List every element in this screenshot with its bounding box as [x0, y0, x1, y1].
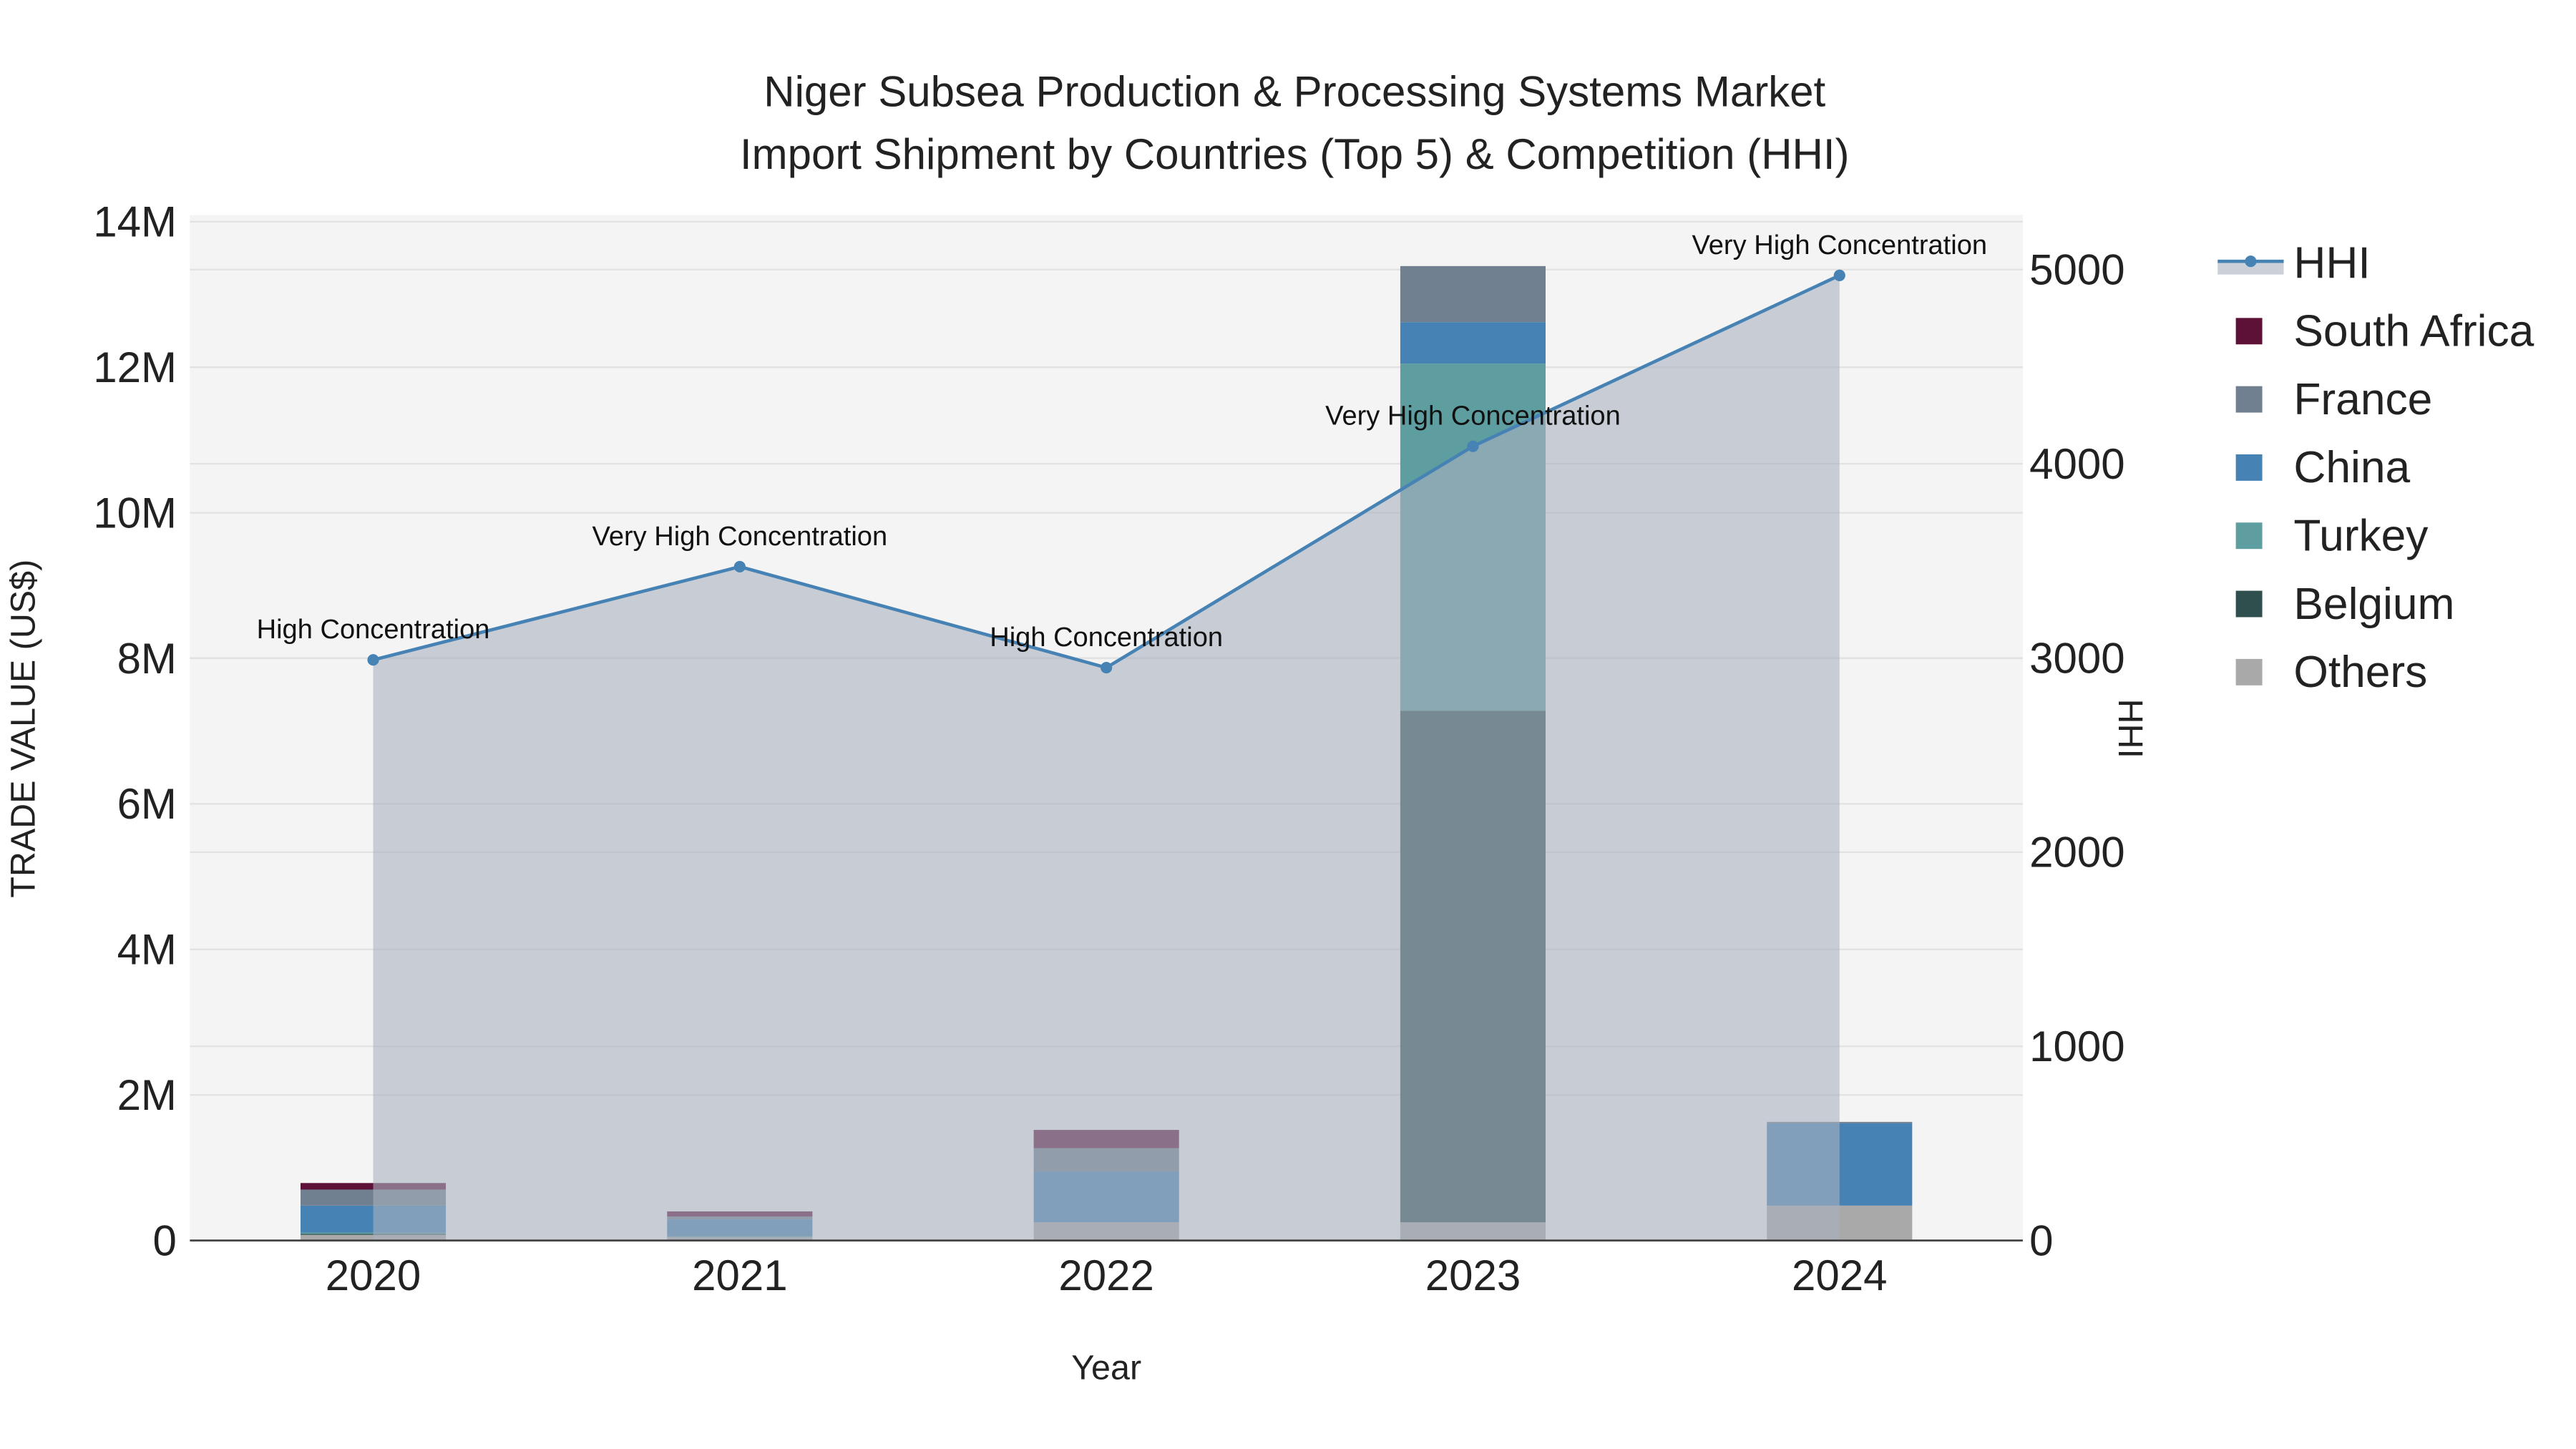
- chart-title-line1: Niger Subsea Production & Processing Sys…: [763, 67, 1825, 115]
- y2-axis-label: HHI: [2111, 699, 2150, 758]
- bar-france-2023: [1400, 265, 1546, 323]
- x-tick-label: 2023: [1425, 1252, 1521, 1299]
- y2-tick-label: 2000: [2029, 829, 2124, 877]
- hhi-annotation: Very High Concentration: [1325, 401, 1621, 431]
- y2-tick-label: 4000: [2029, 440, 2124, 488]
- legend-label: South Africa: [2293, 307, 2534, 356]
- x-axis-label: Year: [1071, 1349, 1141, 1387]
- legend-swatch: [2235, 386, 2263, 413]
- y-tick-label: 0: [153, 1216, 177, 1264]
- legend-label: France: [2293, 375, 2432, 424]
- y-axis-label: TRADE VALUE (US$): [4, 560, 42, 898]
- y-axis-ticks: 0 2M 4M 6M 8M 10M 12M 14M: [93, 198, 177, 1265]
- bar-china-2023: [1400, 322, 1546, 364]
- hhi-point-2021: [733, 560, 746, 573]
- legend-label: Turkey: [2293, 512, 2429, 561]
- x-tick-label: 2020: [326, 1252, 421, 1299]
- legend-label: Others: [2293, 648, 2427, 697]
- hhi-annotation: Very High Concentration: [592, 522, 888, 552]
- hhi-annotation: High Concentration: [257, 615, 490, 645]
- hhi-annotation: Very High Concentration: [1692, 230, 1987, 260]
- legend-item-south-africa[interactable]: South Africa: [2235, 307, 2534, 356]
- y-tick-label: 12M: [93, 343, 177, 391]
- legend-swatch: [2235, 454, 2263, 481]
- x-tick-label: 2022: [1058, 1252, 1153, 1299]
- y2-tick-label: 1000: [2029, 1023, 2124, 1070]
- x-tick-label: 2024: [1792, 1252, 1887, 1299]
- legend-item-belgium[interactable]: Belgium: [2235, 580, 2455, 629]
- legend-label: Belgium: [2293, 580, 2454, 629]
- chart-title-line2: Import Shipment by Countries (Top 5) & C…: [740, 130, 1850, 178]
- legend-item-hhi[interactable]: HHI: [2218, 238, 2371, 288]
- hhi-point-2020: [367, 654, 379, 666]
- chart: High Concentration Very High Concentratio…: [4, 67, 2534, 1387]
- legend-item-others[interactable]: Others: [2235, 648, 2428, 697]
- x-tick-label: 2021: [692, 1252, 787, 1299]
- y-tick-label: 8M: [117, 635, 177, 683]
- legend-item-turkey[interactable]: Turkey: [2235, 512, 2429, 561]
- y-tick-label: 10M: [93, 489, 177, 537]
- legend-label: HHI: [2293, 238, 2370, 288]
- hhi-point-2022: [1101, 661, 1113, 674]
- hhi-point-2023: [1467, 440, 1479, 452]
- legend-label: China: [2293, 443, 2410, 492]
- y-tick-label: 14M: [93, 198, 177, 246]
- hhi-point-2024: [1833, 269, 1845, 281]
- legend-swatch: [2235, 590, 2263, 618]
- y2-tick-label: 0: [2029, 1216, 2053, 1264]
- legend-swatch: [2235, 522, 2263, 550]
- y2-tick-label: 3000: [2029, 634, 2124, 682]
- y-tick-label: 4M: [117, 926, 177, 974]
- y2-tick-label: 5000: [2029, 245, 2124, 293]
- legend-item-china[interactable]: China: [2235, 443, 2411, 492]
- y-tick-label: 2M: [117, 1071, 177, 1119]
- legend-item-france[interactable]: France: [2235, 375, 2433, 424]
- legend: HHI South Africa France China Turkey Belgium O…: [2218, 238, 2534, 697]
- x-axis-ticks: 2020 2021 2022 2023 2024: [326, 1252, 1888, 1299]
- y-tick-label: 6M: [117, 780, 177, 828]
- legend-swatch-hhi-marker: [2245, 255, 2257, 268]
- legend-swatch: [2235, 318, 2263, 345]
- legend-swatch: [2235, 658, 2263, 686]
- hhi-annotation: High Concentration: [990, 623, 1223, 653]
